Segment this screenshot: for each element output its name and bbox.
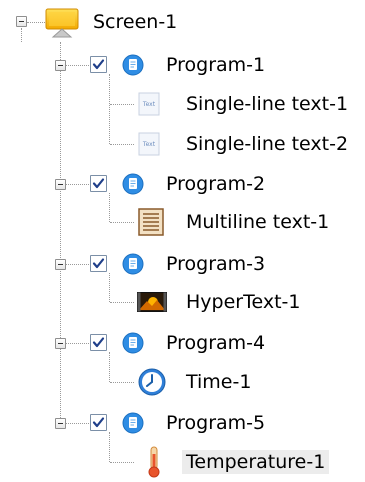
tree-connector <box>66 264 89 265</box>
tree-connector <box>110 222 134 223</box>
tree-connector <box>66 184 89 185</box>
tree-connector <box>27 22 47 23</box>
program-icon <box>122 412 144 438</box>
tree-node-label[interactable]: Time-1 <box>186 370 251 394</box>
tree-connector <box>109 74 110 144</box>
tree-connector <box>66 343 89 344</box>
tree-node-label[interactable]: Temperature-1 <box>182 450 330 474</box>
program-tree[interactable]: Screen-1 Program-1 Text Single-line text-1… <box>0 0 365 479</box>
tree-connector <box>110 144 134 145</box>
expand-toggle-screen[interactable] <box>16 16 27 27</box>
expand-toggle-program[interactable] <box>55 259 66 270</box>
tree-connector <box>109 193 110 222</box>
tree-connector <box>110 462 134 463</box>
tree-connector <box>66 423 89 424</box>
tree-node-label[interactable]: Screen-1 <box>93 10 177 34</box>
hypertext-icon <box>137 292 167 316</box>
tree-connector <box>109 432 110 462</box>
tree-connector <box>109 352 110 382</box>
tree-node-label[interactable]: Single-line text-1 <box>186 92 348 116</box>
program-checkbox[interactable] <box>90 414 107 431</box>
program-icon <box>122 332 144 358</box>
tree-connector <box>66 65 89 66</box>
tree-node-label[interactable]: Program-4 <box>166 331 265 355</box>
tree-node-label[interactable]: Program-5 <box>166 411 265 435</box>
expand-toggle-program[interactable] <box>55 338 66 349</box>
tree-node-label[interactable]: Program-2 <box>166 172 265 196</box>
svg-text:Text: Text <box>142 101 156 108</box>
svg-text:Text: Text <box>142 141 156 148</box>
tree-node-label[interactable]: Program-3 <box>166 252 265 276</box>
tree-connector <box>110 382 134 383</box>
tree-connector <box>109 273 110 302</box>
tree-connector <box>60 42 61 428</box>
clock-icon <box>138 368 166 400</box>
multiline-text-icon <box>138 208 164 240</box>
program-checkbox[interactable] <box>90 255 107 272</box>
thermometer-icon <box>146 446 162 482</box>
expand-toggle-program[interactable] <box>55 179 66 190</box>
program-checkbox[interactable] <box>90 175 107 192</box>
tree-connector <box>21 28 22 42</box>
program-icon <box>122 173 144 199</box>
text-icon: Text <box>138 92 160 120</box>
tree-connector <box>110 302 134 303</box>
tree-node-label[interactable]: Single-line text-2 <box>186 132 348 156</box>
text-icon: Text <box>138 132 160 160</box>
tree-connector <box>110 104 134 105</box>
expand-toggle-program[interactable] <box>55 418 66 429</box>
program-icon <box>122 253 144 279</box>
tree-node-label[interactable]: Program-1 <box>166 53 265 77</box>
tree-node-label[interactable]: Multiline text-1 <box>186 210 329 234</box>
program-checkbox[interactable] <box>90 334 107 351</box>
program-icon <box>122 54 144 80</box>
screen-icon <box>45 8 79 38</box>
program-checkbox[interactable] <box>90 56 107 73</box>
expand-toggle-program[interactable] <box>55 60 66 71</box>
tree-node-label[interactable]: HyperText-1 <box>186 290 300 314</box>
